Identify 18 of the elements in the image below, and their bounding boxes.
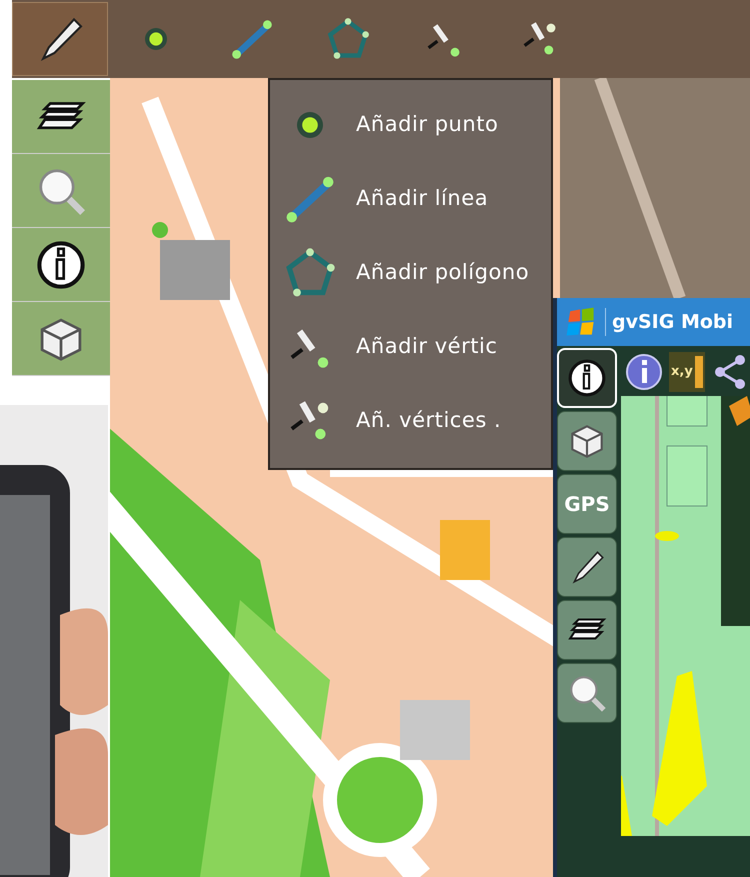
polygon-icon	[326, 17, 370, 61]
tool-button[interactable]	[12, 2, 108, 76]
menu-item[interactable]: Añadir línea	[270, 162, 551, 236]
tool-button[interactable]	[623, 351, 665, 393]
tool-button[interactable]	[557, 663, 617, 723]
tool-button[interactable]	[557, 600, 617, 660]
menu-item[interactable]: Añadir vértic	[270, 310, 551, 384]
tool-button[interactable]	[557, 537, 617, 597]
info-icon	[566, 357, 608, 399]
menu-item[interactable]: Añadir polígono	[270, 236, 551, 310]
tool-button[interactable]	[557, 411, 617, 471]
info-icon	[624, 352, 664, 392]
polygon-icon	[284, 247, 336, 299]
gps-button[interactable]: GPS	[557, 474, 617, 534]
coordinates-button[interactable]: x,y	[669, 352, 705, 392]
menu-item[interactable]: Añadir punto	[270, 88, 551, 162]
window-title: gvSIG Mobi	[605, 308, 734, 336]
menu-item[interactable]: Añ. vértices .	[270, 384, 551, 458]
